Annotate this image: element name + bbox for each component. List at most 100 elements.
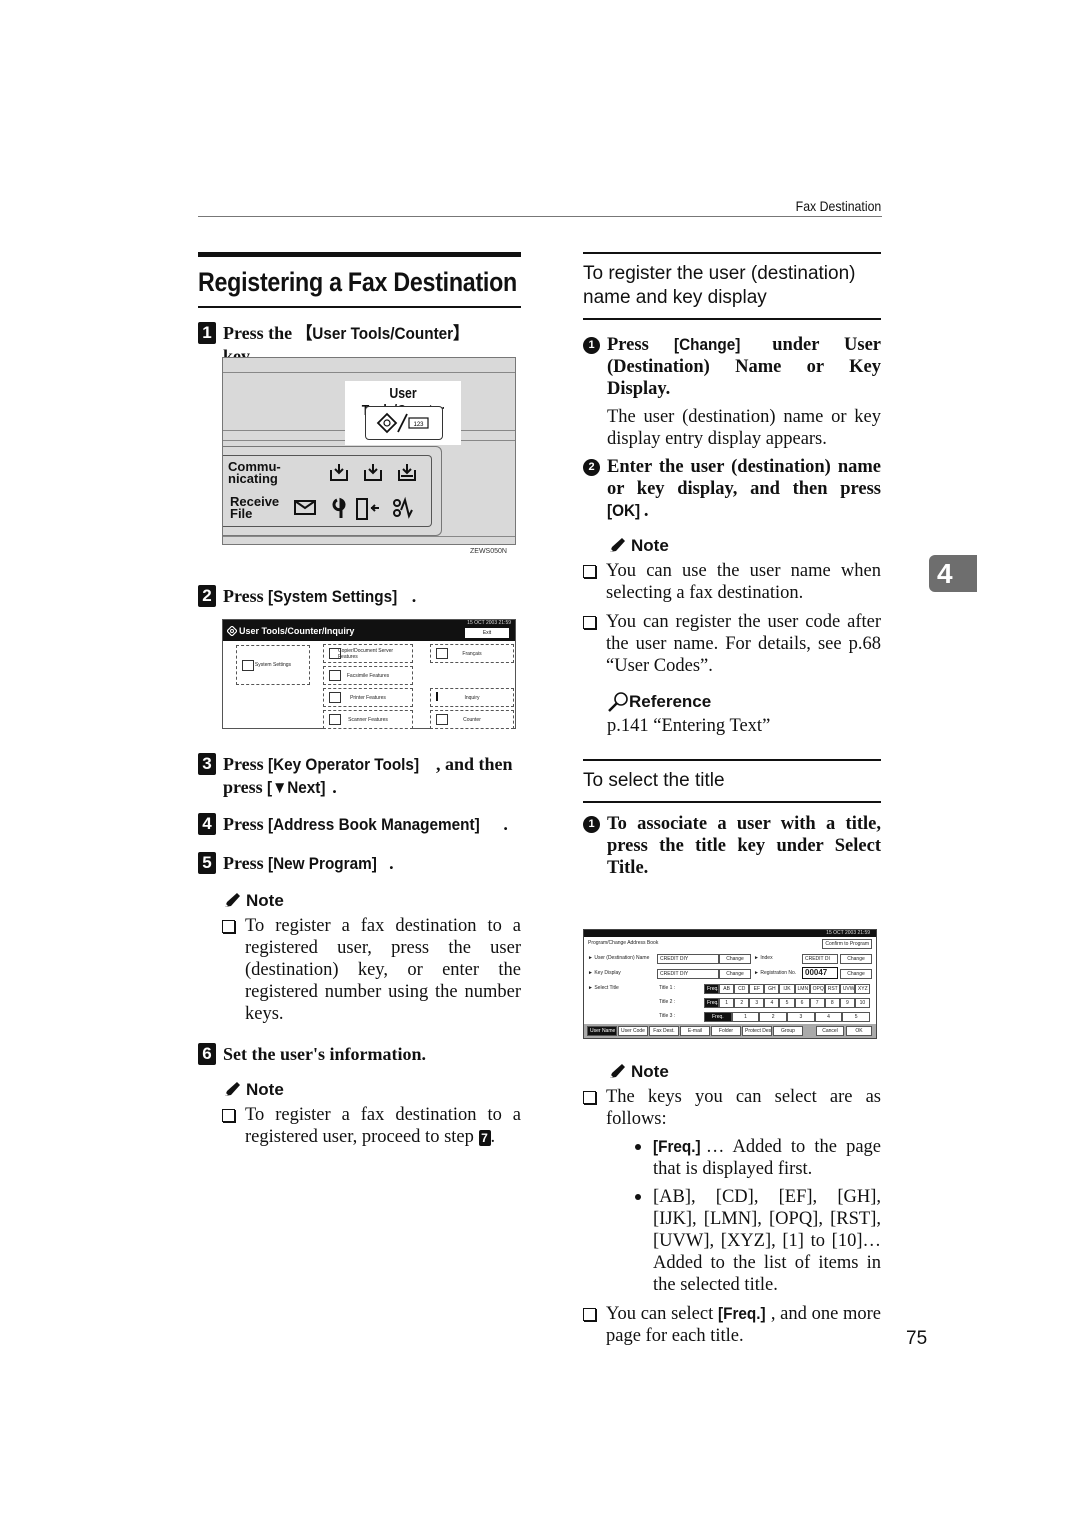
title-key[interactable]: 5 [842, 1012, 870, 1022]
section-rule [583, 801, 881, 803]
title-key[interactable]: 7 [809, 998, 825, 1008]
inquiry-button[interactable]: Inquiry [430, 688, 514, 707]
title-key[interactable]: 1 [731, 1012, 760, 1022]
scanner-features-button[interactable]: Scanner Features [323, 710, 413, 729]
note-heading: Note [222, 1080, 521, 1100]
change-button[interactable]: Change [719, 969, 751, 979]
checkbox-bullet-icon [583, 616, 596, 629]
key-display-field[interactable]: CREDIT DIY [657, 969, 719, 979]
section-title: To select the title [583, 770, 725, 791]
title-rule-top [198, 252, 521, 257]
tab-fax-dest[interactable]: Fax Dest. [649, 1026, 679, 1036]
left-column: Registering a Fax Destination 1 Press th… [198, 252, 521, 368]
title-key[interactable]: OPQ [809, 984, 825, 994]
step-number: 1 [198, 322, 216, 344]
header-rule [198, 216, 882, 217]
key-ref: [▼Next] [267, 778, 326, 797]
tab-user-name[interactable]: User Name [587, 1026, 617, 1036]
title-key[interactable]: 2 [759, 1012, 787, 1022]
title-row-label: Title 3 : [657, 1012, 678, 1020]
francais-button[interactable]: Français [430, 644, 514, 663]
confirm-button[interactable]: Confirm to Program [822, 939, 872, 949]
freq-key[interactable]: Freq. [704, 984, 720, 994]
note-item: You can use the user name when selecting… [583, 560, 881, 604]
ok-button[interactable]: OK [846, 1026, 872, 1036]
title-key[interactable]: EF [749, 984, 765, 994]
substep-1: 1 Press [Change] under User (Destination… [583, 334, 881, 400]
key-ref: [Address Book Management] [268, 815, 480, 834]
title-key[interactable]: 3 [749, 998, 765, 1008]
freq-key[interactable]: Freq. [704, 998, 720, 1008]
title-key[interactable]: 10 [854, 998, 870, 1008]
image-code: ZEWS050N [470, 548, 507, 555]
title-key[interactable]: 5 [779, 998, 795, 1008]
title-key[interactable]: 4 [764, 998, 780, 1008]
title-row-label: Title 1 : [657, 984, 678, 992]
tab-protect-dest[interactable]: Protect Dest. [742, 1026, 772, 1036]
right-column: To register the user (destination) name … [583, 252, 881, 879]
key-ref: [OK] [607, 501, 641, 520]
facsimile-features-button[interactable]: Facsimile Features [323, 666, 413, 685]
tab-user-code[interactable]: User Code [618, 1026, 648, 1036]
title-key[interactable]: RST [824, 984, 840, 994]
reference-link[interactable]: p.141 “Entering Text” [607, 715, 881, 737]
key-ref: 【User Tools/Counter】 [296, 324, 469, 343]
change-button[interactable]: Change [719, 954, 751, 964]
note-item: To register a fax destination to a regis… [222, 915, 521, 1025]
cancel-button[interactable]: Cancel [816, 1026, 844, 1036]
steps-3-5: 3 Press [Key Operator Tools], and then p… [198, 753, 521, 1025]
step-3: 3 Press [Key Operator Tools], and then p… [198, 753, 521, 799]
title-rule-bottom [198, 306, 521, 308]
tab-e-mail[interactable]: E-mail [680, 1026, 710, 1036]
title-key[interactable]: 8 [824, 998, 840, 1008]
title-key[interactable]: 1 [719, 998, 735, 1008]
step-ref: 7 [478, 1130, 491, 1146]
index-field[interactable]: CREDIT DI [802, 954, 838, 964]
system-settings-button[interactable]: System Settings [236, 645, 310, 685]
key-ref: [Key Operator Tools] [268, 755, 420, 774]
exit-button[interactable]: Exit [465, 628, 509, 638]
change-button[interactable]: Change [840, 954, 872, 964]
title-key[interactable]: 2 [734, 998, 750, 1008]
user-tools-key-area: User Tools/Counter 123 [345, 381, 461, 445]
section-rule [583, 759, 881, 761]
pencil-icon [610, 538, 625, 552]
reference-heading: Reference [607, 691, 881, 713]
pencil-icon [610, 1064, 625, 1078]
title-key[interactable]: AB [719, 984, 735, 994]
screen-title: Program/Change Address Book [586, 939, 661, 947]
registration-number: 00047 [802, 967, 838, 979]
bullet-icon [635, 1144, 641, 1150]
step-5: 5 Press [New Program]. [198, 852, 521, 875]
copier-features-button[interactable]: Copier/Document Server Features [323, 644, 413, 663]
control-panel-illustration: User Tools/Counter 123 Commu-nicating Re… [222, 357, 516, 545]
section-title: To register the user (destination) name … [583, 263, 856, 308]
substep-1-body: The user (destination) name or key displ… [607, 407, 881, 449]
user-name-field[interactable]: CREDIT DIY [657, 954, 719, 964]
title-notes: Note The keys you can select are as foll… [583, 1062, 881, 1347]
title-key[interactable]: UVW [839, 984, 855, 994]
freq-key[interactable]: Freq. [704, 1012, 732, 1022]
magnifier-icon [608, 692, 628, 712]
counter-button[interactable]: Counter [430, 710, 514, 729]
title-key[interactable]: 3 [787, 1012, 815, 1022]
title-key[interactable]: LMN [794, 984, 810, 994]
page-title: Registering a Fax Destination [198, 267, 517, 297]
title-row-label: Title 2 : [657, 998, 678, 1006]
key-ref: [New Program] [268, 854, 378, 873]
change-button[interactable]: Change [840, 969, 872, 979]
title-key[interactable]: CD [734, 984, 750, 994]
user-tools-counter-key[interactable]: 123 [365, 406, 443, 440]
title-key[interactable]: 4 [814, 1012, 843, 1022]
user-tools-icon [227, 626, 237, 636]
title-key[interactable]: 6 [794, 998, 810, 1008]
title-key[interactable]: XYZ [854, 984, 870, 994]
checkbox-bullet-icon [583, 1091, 596, 1104]
title-key[interactable]: 9 [839, 998, 855, 1008]
receive-file-indicators-icon [294, 496, 413, 520]
printer-features-button[interactable]: Printer Features [323, 688, 413, 707]
tab-group[interactable]: Group [773, 1026, 803, 1036]
tab-folder[interactable]: Folder [711, 1026, 741, 1036]
title-key[interactable]: IJK [779, 984, 795, 994]
title-key[interactable]: GH [764, 984, 780, 994]
